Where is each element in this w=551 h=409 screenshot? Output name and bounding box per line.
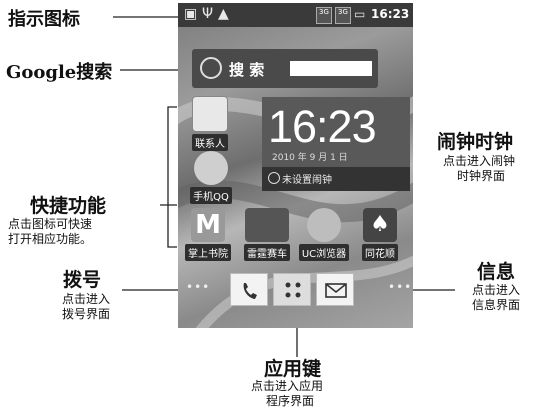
alarm-text: 未设置闹钟 [282, 175, 332, 186]
envelope-icon [325, 283, 347, 298]
phone-screen: ▣ Ψ ▲ 3G 3G ▭ 16:23 搜 索 16:23 2010 年 9 月… [178, 3, 413, 328]
callout-clock-desc-1: 点击进入闹钟 [443, 154, 516, 168]
app-label: 同花顺 [362, 244, 398, 261]
app-uc-browser[interactable]: UC浏览器 [296, 208, 352, 261]
3g-data-icon: 3G [335, 7, 351, 24]
app-label: 掌上书院 [185, 244, 231, 261]
clock-time: 16:23 [268, 101, 377, 152]
app-racing[interactable]: 雷霆赛车 [239, 208, 295, 261]
search-input[interactable] [290, 61, 372, 76]
contacts-icon [192, 96, 228, 132]
alarm-row: 未设置闹钟 [262, 167, 410, 191]
callout-google-search: Google搜索 [6, 62, 113, 83]
app-contacts[interactable]: 联系人 [182, 96, 238, 151]
callout-app-key-desc-1: 点击进入应用 [251, 379, 324, 393]
uc-browser-icon [307, 208, 341, 242]
google-logo-icon [200, 57, 222, 79]
alarm-icon [268, 172, 280, 184]
callout-messages-desc-2: 信息界面 [472, 298, 521, 312]
app-qq[interactable]: 手机QQ [183, 151, 239, 204]
app-label: 联系人 [192, 134, 228, 151]
callout-clock: 闹钟时钟 [437, 131, 514, 153]
google-search-widget[interactable]: 搜 索 [192, 49, 378, 88]
callout-messages: 信息 [477, 261, 516, 283]
qq-icon [194, 151, 228, 185]
stock-icon: ♠ [363, 208, 397, 242]
page-indicator-left: ••• [186, 280, 211, 294]
clock-date: 2010 年 9 月 1 日 [272, 153, 348, 163]
callout-status-icons: 指示图标 [8, 9, 80, 30]
app-drawer-button[interactable] [273, 273, 311, 306]
dialer-button[interactable] [230, 273, 268, 306]
book-icon: M [191, 208, 225, 242]
messages-button[interactable] [316, 273, 354, 306]
callout-dialer: 拨号 [63, 269, 102, 291]
app-label: 手机QQ [190, 187, 232, 204]
callout-shortcuts: 快捷功能 [30, 195, 107, 217]
app-stock[interactable]: ♠ 同花顺 [352, 208, 408, 261]
app-book[interactable]: M 掌上书院 [180, 208, 236, 261]
callout-shortcuts-desc-2: 打开相应功能。 [8, 232, 93, 246]
page-indicator-right: ••• [388, 280, 413, 294]
app-label: 雷霆赛车 [244, 244, 290, 261]
callout-app-key: 应用键 [264, 358, 322, 380]
clock-widget[interactable]: 16:23 2010 年 9 月 1 日 未设置闹钟 [262, 97, 410, 195]
racing-car-icon [245, 208, 289, 242]
callout-app-key-desc-2: 程序界面 [266, 394, 315, 408]
clock-face: 16:23 2010 年 9 月 1 日 [262, 97, 410, 167]
dock [230, 273, 354, 306]
search-label: 搜 索 [229, 61, 265, 79]
status-bar: ▣ Ψ ▲ 3G 3G ▭ 16:23 [178, 3, 413, 27]
callout-shortcuts-desc-1: 点击图标可快速 [8, 217, 93, 231]
app-grid-icon [285, 282, 301, 298]
callout-clock-desc-2: 时钟界面 [457, 169, 506, 183]
app-label: UC浏览器 [298, 244, 350, 261]
usb-icon: Ψ [202, 6, 214, 22]
callout-dialer-desc-2: 拨号界面 [62, 307, 111, 321]
callout-dialer-desc-1: 点击进入 [62, 292, 111, 306]
phone-icon [243, 283, 257, 299]
warning-icon: ▲ [218, 6, 229, 22]
battery-icon: ▭ [354, 7, 366, 21]
screenshot-icon: ▣ [184, 6, 198, 22]
3g-signal-icon: 3G [316, 7, 332, 24]
callout-messages-desc-1: 点击进入 [472, 283, 521, 297]
status-time: 16:23 [371, 7, 410, 21]
